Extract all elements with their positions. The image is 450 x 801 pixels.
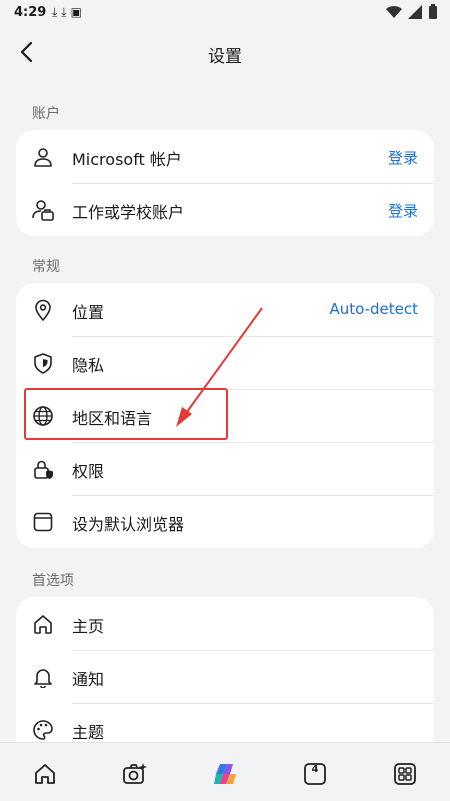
row-theme[interactable]: 主题 — [16, 703, 434, 742]
location-value[interactable]: Auto-detect — [329, 300, 418, 318]
row-label: 位置 — [72, 303, 105, 322]
row-label: 工作或学校账户 — [72, 203, 185, 222]
home-icon — [34, 615, 52, 634]
preferences-card: 主页 通知 主题 — [16, 597, 434, 742]
row-label: 通知 — [72, 670, 105, 689]
status-time: 4:29 — [14, 5, 47, 20]
status-bar: 4:29 ⤓⤓▣ — [0, 0, 450, 26]
account-card: Microsoft 帐户 登录 工作或学校账户 登录 — [16, 130, 434, 236]
row-home[interactable]: 主页 — [16, 597, 434, 650]
tabs-button[interactable]: 4 — [302, 761, 328, 787]
row-label: 设为默认浏览器 — [72, 515, 185, 534]
location-pin-icon — [35, 299, 51, 321]
palette-icon — [33, 720, 53, 740]
home-nav-icon[interactable] — [32, 761, 58, 787]
wifi-icon — [386, 5, 402, 19]
copilot-icon[interactable] — [212, 761, 238, 787]
row-work-school-account[interactable]: 工作或学校账户 登录 — [16, 183, 434, 236]
visual-search-camera-icon[interactable] — [122, 761, 148, 787]
row-label: 隐私 — [72, 356, 105, 375]
person-icon — [34, 148, 52, 167]
row-label: 主页 — [72, 617, 105, 636]
sign-in-link[interactable]: 登录 — [388, 147, 418, 168]
lock-icon — [34, 460, 53, 479]
row-label: 主题 — [72, 723, 105, 742]
battery-icon — [429, 4, 437, 19]
row-privacy[interactable]: 隐私 — [16, 336, 434, 389]
row-default-browser[interactable]: 设为默认浏览器 — [16, 495, 434, 548]
bell-icon — [34, 669, 52, 688]
row-label: Microsoft 帐户 — [72, 150, 182, 169]
shield-icon — [34, 353, 52, 374]
page-title: 设置 — [208, 47, 242, 67]
row-location[interactable]: 位置 Auto-detect — [16, 283, 434, 336]
bottom-nav-bar: 4 — [0, 742, 450, 801]
download-notification-icons: ⤓⤓▣ — [52, 5, 86, 19]
app-bar: 设置 — [0, 26, 450, 80]
highlight-box — [24, 388, 228, 440]
row-label: 权限 — [72, 462, 105, 481]
section-label-account: 账户 — [32, 106, 60, 122]
sign-in-link[interactable]: 登录 — [388, 200, 418, 221]
section-label-general: 常规 — [32, 259, 60, 275]
section-label-preferences: 首选项 — [32, 573, 74, 589]
row-microsoft-account[interactable]: Microsoft 帐户 登录 — [16, 130, 434, 183]
signal-icon — [408, 5, 422, 19]
row-notifications[interactable]: 通知 — [16, 650, 434, 703]
row-permissions[interactable]: 权限 — [16, 442, 434, 495]
status-right-icons — [386, 4, 438, 20]
work-account-icon — [32, 200, 54, 221]
menu-grid-icon[interactable] — [392, 761, 418, 787]
browser-window-icon — [33, 512, 53, 532]
tab-count: 4 — [311, 764, 319, 775]
